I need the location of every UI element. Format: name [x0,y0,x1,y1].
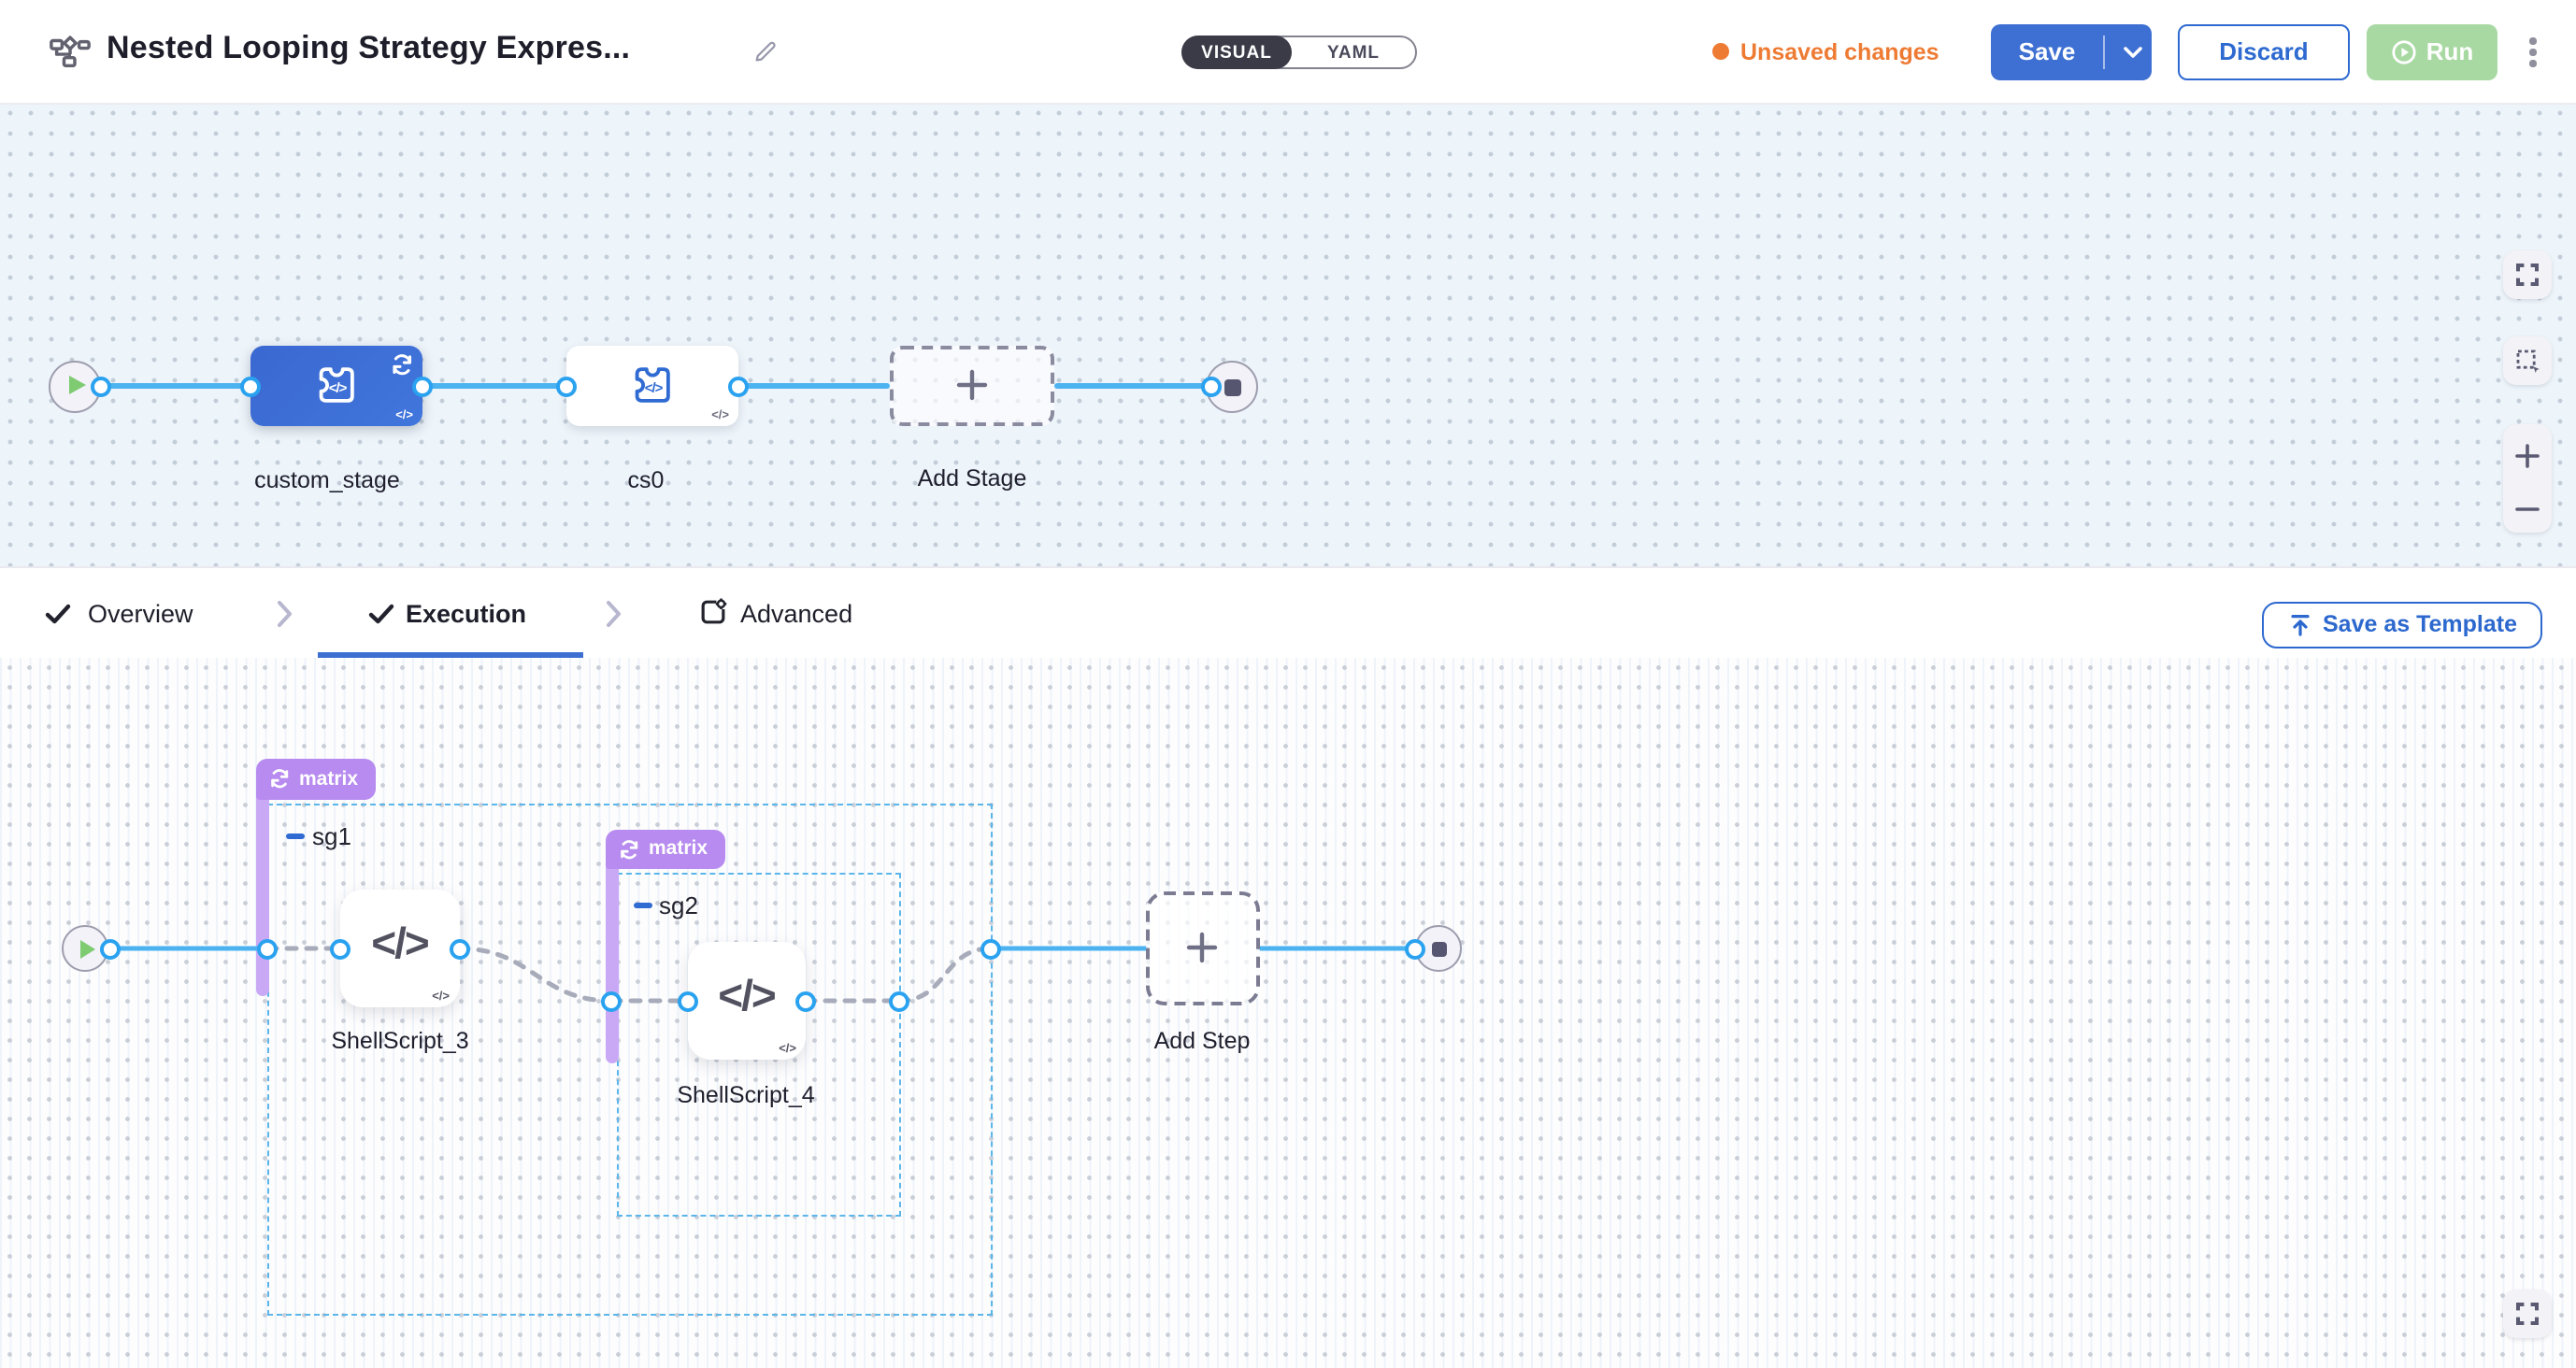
port [980,938,1001,959]
run-button[interactable]: Run [2367,23,2497,80]
zoom-panel [2503,424,2552,533]
port [601,990,622,1011]
step-label: ShellScript_3 [241,1028,559,1054]
port [677,990,697,1011]
chevron-right-icon [277,599,293,627]
port [449,938,469,959]
check-icon [368,601,394,625]
stage-node-custom-stage[interactable]: </> </> [250,345,422,426]
code-glyph: </> [645,379,663,396]
more-options-menu[interactable] [2522,32,2544,73]
page-title: Nested Looping Strategy Expres... [107,30,630,67]
active-tab-underline [318,652,583,658]
port [795,990,816,1011]
add-stage-label: Add Stage [813,465,1131,492]
save-dropdown[interactable] [2114,23,2152,80]
port [556,376,577,396]
stage-tab-bar: Overview Execution Advanced Save as Temp… [0,566,2576,658]
add-step-button[interactable] [1146,891,1259,1005]
tab-execution[interactable]: Execution [406,600,526,628]
custom-stage-icon: </> [311,361,362,411]
execution-connectors [0,658,2576,1368]
stage-label: custom_stage [168,467,486,493]
port [240,376,261,396]
zoom-in-button[interactable] [2514,443,2540,469]
pipeline-studio: Nested Looping Strategy Expres... VISUAL… [0,0,2576,1368]
looping-strategy-icon [391,352,413,375]
add-stage-button[interactable] [889,345,1053,426]
port [412,376,433,396]
pipeline-icon [49,30,92,73]
step-node-shellscript-3[interactable]: </> </> [340,889,459,1007]
tab-overview[interactable]: Overview [88,600,193,628]
add-step-label: Add Step [1043,1028,1361,1054]
shell-script-icon: </> [371,918,428,968]
code-badge: </> [395,409,413,422]
port [100,938,121,959]
connector [1053,383,1211,388]
run-label: Run [2426,38,2474,66]
fullscreen-icon [2514,1301,2540,1327]
port [728,376,749,396]
save-as-template-button[interactable]: Save as Template [2262,601,2542,648]
connector [101,383,250,388]
header-bar: Nested Looping Strategy Expres... VISUAL… [0,0,2576,105]
code-badge: </> [779,1043,796,1056]
advanced-tab-icon [697,596,729,628]
run-play-icon [2391,39,2417,65]
port [257,938,278,959]
play-icon [79,939,94,958]
code-badge: </> [711,409,729,422]
zoom-out-button[interactable] [2514,506,2540,515]
chevron-down-icon [2124,47,2142,58]
code-badge: </> [432,990,450,1004]
marquee-select-icon [2514,348,2540,374]
fullscreen-button[interactable] [2503,1290,2552,1338]
toggle-yaml[interactable]: YAML [1292,37,1415,67]
stage-label: cs0 [487,467,805,493]
stop-icon [1224,378,1241,395]
port [1405,938,1425,959]
toggle-visual[interactable]: VISUAL [1181,36,1292,69]
port [91,376,111,396]
tab-advanced[interactable]: Advanced [740,600,852,628]
upload-icon [2287,612,2311,636]
plus-icon [1187,933,1219,964]
code-glyph: </> [329,379,347,396]
fullscreen-button[interactable] [2503,250,2552,299]
stage-canvas[interactable]: </> </> </> </> [0,103,2576,566]
save-label[interactable]: Save [1991,23,2103,80]
stop-icon [1431,941,1446,956]
execution-canvas[interactable]: matrix sg1 matrix sg2 [0,658,2576,1368]
save-as-template-label: Save as Template [2323,611,2517,637]
discard-button[interactable]: Discard [2178,23,2350,80]
port [1201,376,1222,396]
plus-icon [955,370,987,402]
discard-label: Discard [2219,38,2308,66]
unsaved-changes-label: Unsaved changes [1740,38,1939,64]
port [889,990,909,1011]
multi-select-button[interactable] [2503,336,2552,385]
edit-pencil-icon[interactable] [751,37,780,65]
custom-stage-icon: </> [627,361,678,411]
visual-yaml-toggle[interactable]: VISUAL YAML [1181,36,1417,69]
chevron-right-icon [606,599,623,627]
save-divider [2103,35,2105,68]
connector [422,383,566,388]
shell-script-icon: </> [718,970,775,1020]
unsaved-dot [1712,43,1729,60]
play-icon [68,376,85,394]
port [330,938,351,959]
step-node-shellscript-4[interactable]: </> </> [687,941,806,1060]
check-icon [45,601,71,625]
step-label: ShellScript_4 [587,1082,905,1108]
stage-node-cs0[interactable]: </> </> [566,345,738,426]
save-button[interactable]: Save [1991,23,2152,80]
fullscreen-icon [2514,262,2540,288]
connector [738,383,889,388]
